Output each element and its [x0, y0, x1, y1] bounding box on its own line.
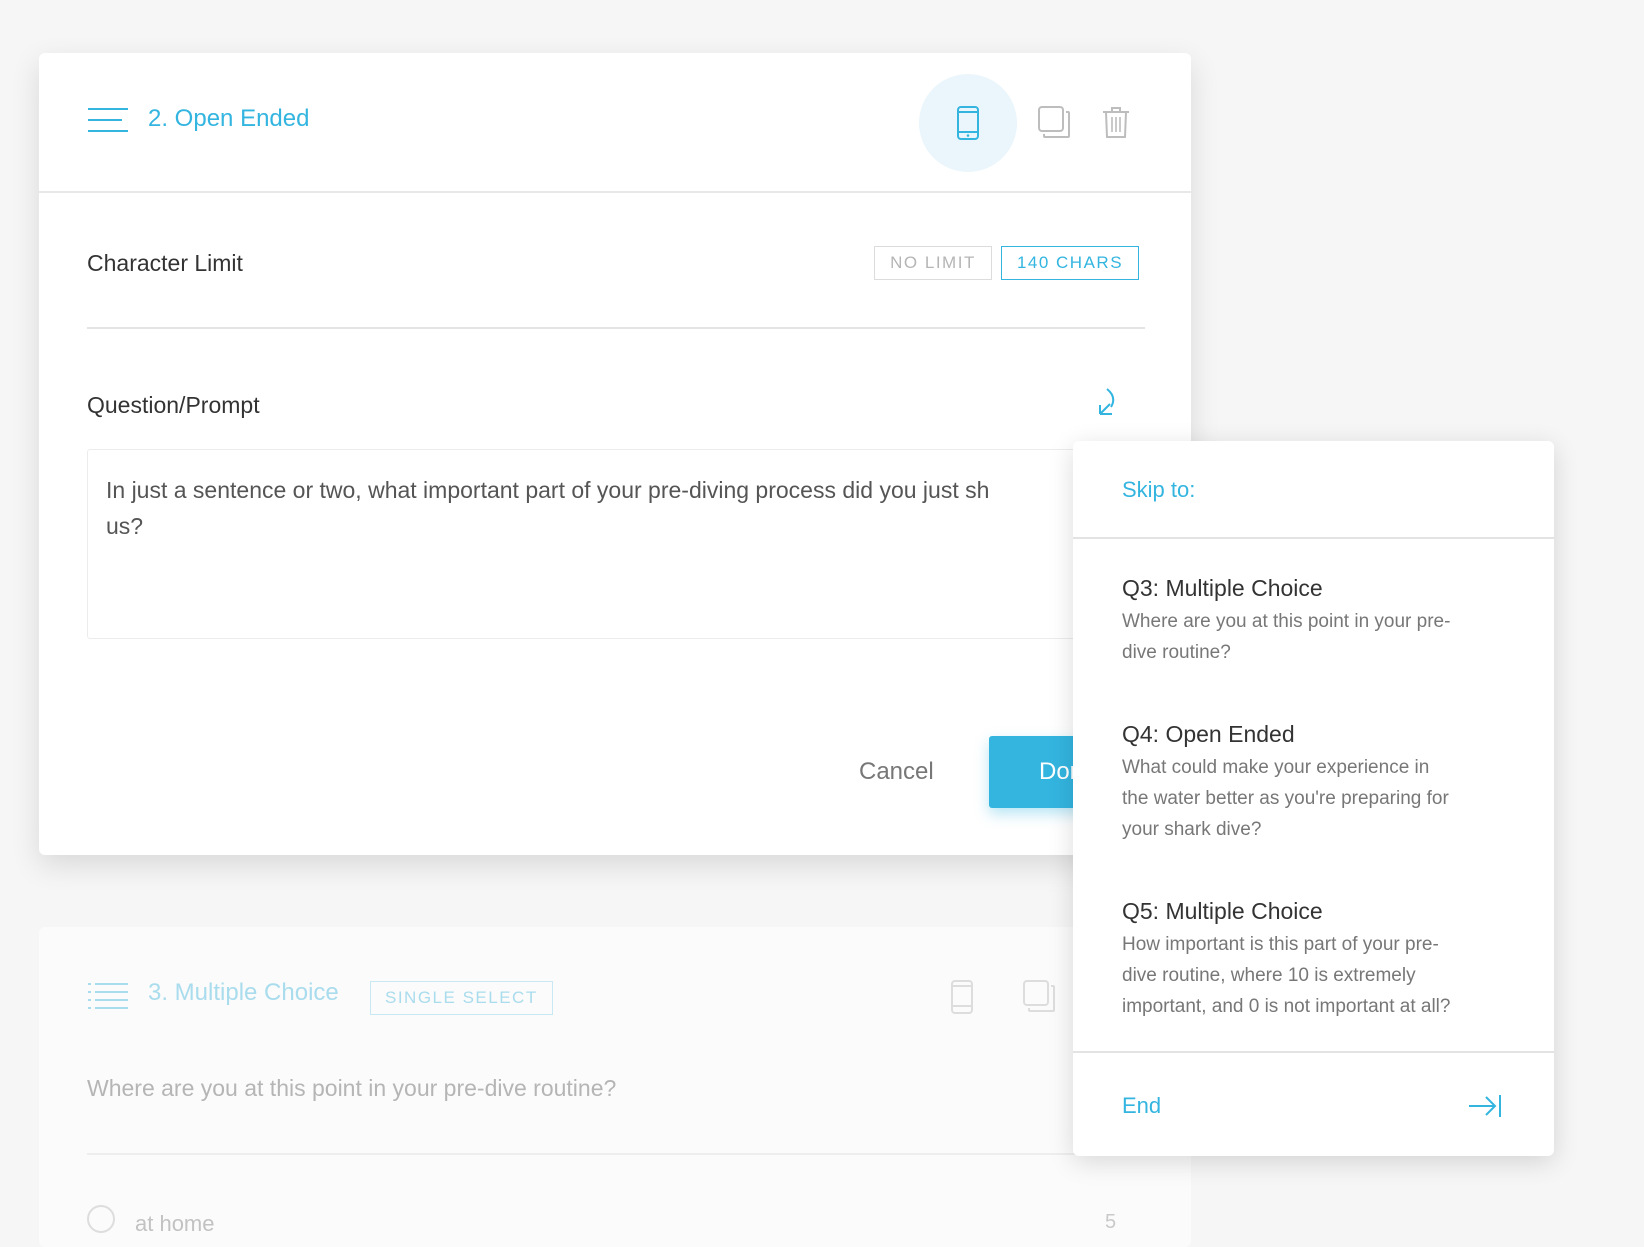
character-limit-label: Character Limit [87, 250, 243, 276]
prompt-line-1: In just a sentence or two, what importan… [106, 477, 990, 503]
card-3-question: Where are you at this point in your pre-… [87, 1075, 617, 1101]
list-icon [88, 983, 128, 1009]
cancel-button[interactable]: Cancel [859, 758, 934, 786]
skip-option-q3[interactable]: Q3: Multiple Choice Where are you at thi… [1122, 573, 1522, 668]
skip-option-end[interactable]: End [1073, 1051, 1554, 1156]
desc-line: important, and 0 is not important at all… [1122, 996, 1451, 1017]
card-3-title: 3. Multiple Choice [148, 979, 339, 1006]
card-title: 2. Open Ended [148, 105, 310, 132]
skip-to-end-icon [1469, 1095, 1501, 1117]
desc-line: Where are you at this point in your pre- [1122, 611, 1451, 632]
hamburger-icon[interactable] [88, 108, 128, 134]
skip-option-title: Q3: Multiple Choice [1122, 575, 1323, 601]
single-select-badge: SINGLE SELECT [370, 981, 553, 1015]
skip-option-q5[interactable]: Q5: Multiple Choice How important is thi… [1122, 896, 1522, 1022]
question-prompt-input[interactable]: In just a sentence or two, what importan… [87, 449, 1127, 639]
skip-logic-icon[interactable] [1098, 387, 1118, 417]
trash-icon[interactable] [1102, 106, 1130, 138]
desc-line: dive routine, where 10 is extremely [1122, 965, 1416, 986]
question-card-2: 2. Open Ended Character Limit NO LIMIT 1… [39, 53, 1191, 855]
question-prompt-label: Question/Prompt [87, 392, 260, 418]
prompt-line-2: us? [106, 513, 144, 539]
end-label: End [1122, 1093, 1162, 1118]
skip-option-desc: What could make your experience in the w… [1122, 752, 1522, 845]
desc-line: your shark dive? [1122, 819, 1262, 840]
skip-option-q4[interactable]: Q4: Open Ended What could make your expe… [1122, 719, 1522, 845]
divider [87, 327, 1145, 329]
card-header: 2. Open Ended [39, 53, 1191, 193]
question-card-3: 3. Multiple Choice SINGLE SELECT Where a… [39, 927, 1191, 1247]
mobile-preview-button[interactable] [919, 74, 1017, 172]
mobile-preview-icon [957, 106, 979, 140]
no-limit-chip[interactable]: NO LIMIT [874, 246, 992, 280]
divider [87, 1153, 1145, 1155]
desc-line: How important is this part of your pre- [1122, 934, 1439, 955]
desc-line: What could make your experience in [1122, 757, 1430, 778]
140-chars-chip[interactable]: 140 CHARS [1001, 246, 1139, 280]
desc-line: dive routine? [1122, 642, 1231, 663]
skip-option-title: Q4: Open Ended [1122, 721, 1295, 747]
dropdown-header: Skip to: [1073, 441, 1554, 539]
skip-option-title: Q5: Multiple Choice [1122, 898, 1323, 924]
duplicate-icon[interactable] [1038, 106, 1070, 138]
radio-button[interactable] [87, 1205, 115, 1233]
mobile-preview-icon [951, 980, 973, 1014]
skip-option-desc: How important is this part of your pre- … [1122, 929, 1522, 1022]
desc-line: the water better as you're preparing for [1122, 788, 1449, 809]
duplicate-icon [1023, 980, 1055, 1012]
skip-to-label: Skip to: [1122, 477, 1196, 502]
option-number: 5 [1105, 1211, 1117, 1233]
option-label: at home [135, 1211, 215, 1236]
skip-option-desc: Where are you at this point in your pre-… [1122, 606, 1522, 668]
skip-to-dropdown: Skip to: Q3: Multiple Choice Where are y… [1073, 441, 1554, 1156]
